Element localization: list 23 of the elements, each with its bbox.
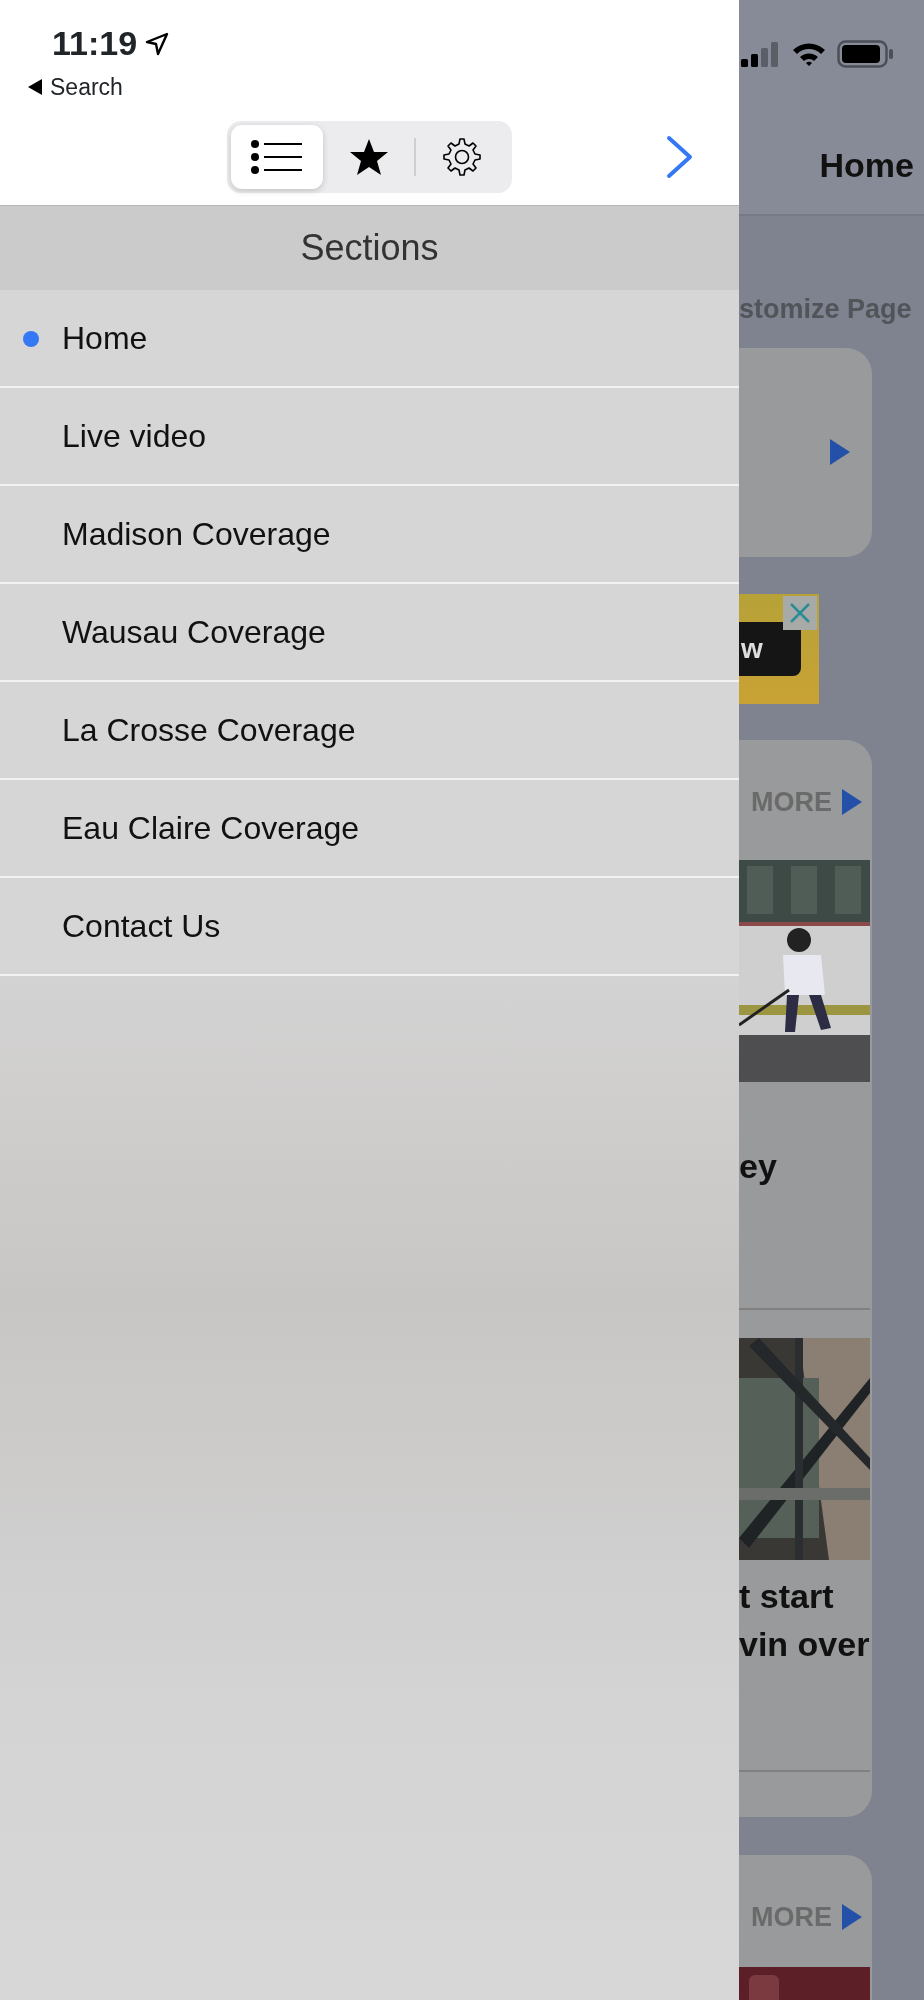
wifi-icon <box>791 41 827 67</box>
section-item[interactable]: Eau Claire Coverage <box>0 780 739 878</box>
page-title: Home <box>819 145 914 186</box>
sections-header: Sections <box>0 206 739 290</box>
signal-icon <box>741 41 781 67</box>
play-triangle-icon[interactable] <box>830 439 850 465</box>
ad-button[interactable]: w <box>739 621 801 676</box>
location-arrow-icon <box>145 31 170 56</box>
gear-icon <box>442 137 483 177</box>
segment-tab[interactable] <box>231 125 323 189</box>
back-to-search-link[interactable]: Search <box>28 70 123 105</box>
list-icon <box>249 138 304 176</box>
story-headline[interactable]: t start <box>739 1572 872 1620</box>
play-triangle-icon <box>842 788 862 815</box>
chevron-right-icon[interactable] <box>665 135 695 179</box>
story-headline[interactable]: vin over <box>739 1620 872 1668</box>
star-icon <box>348 138 389 176</box>
ad-banner[interactable]: w <box>739 593 819 704</box>
story-headline[interactable]: ey <box>739 1142 872 1190</box>
status-time: 11:19 <box>52 23 138 64</box>
back-triangle-icon <box>28 79 42 96</box>
play-triangle-icon <box>842 1903 862 1930</box>
battery-icon <box>837 40 895 68</box>
